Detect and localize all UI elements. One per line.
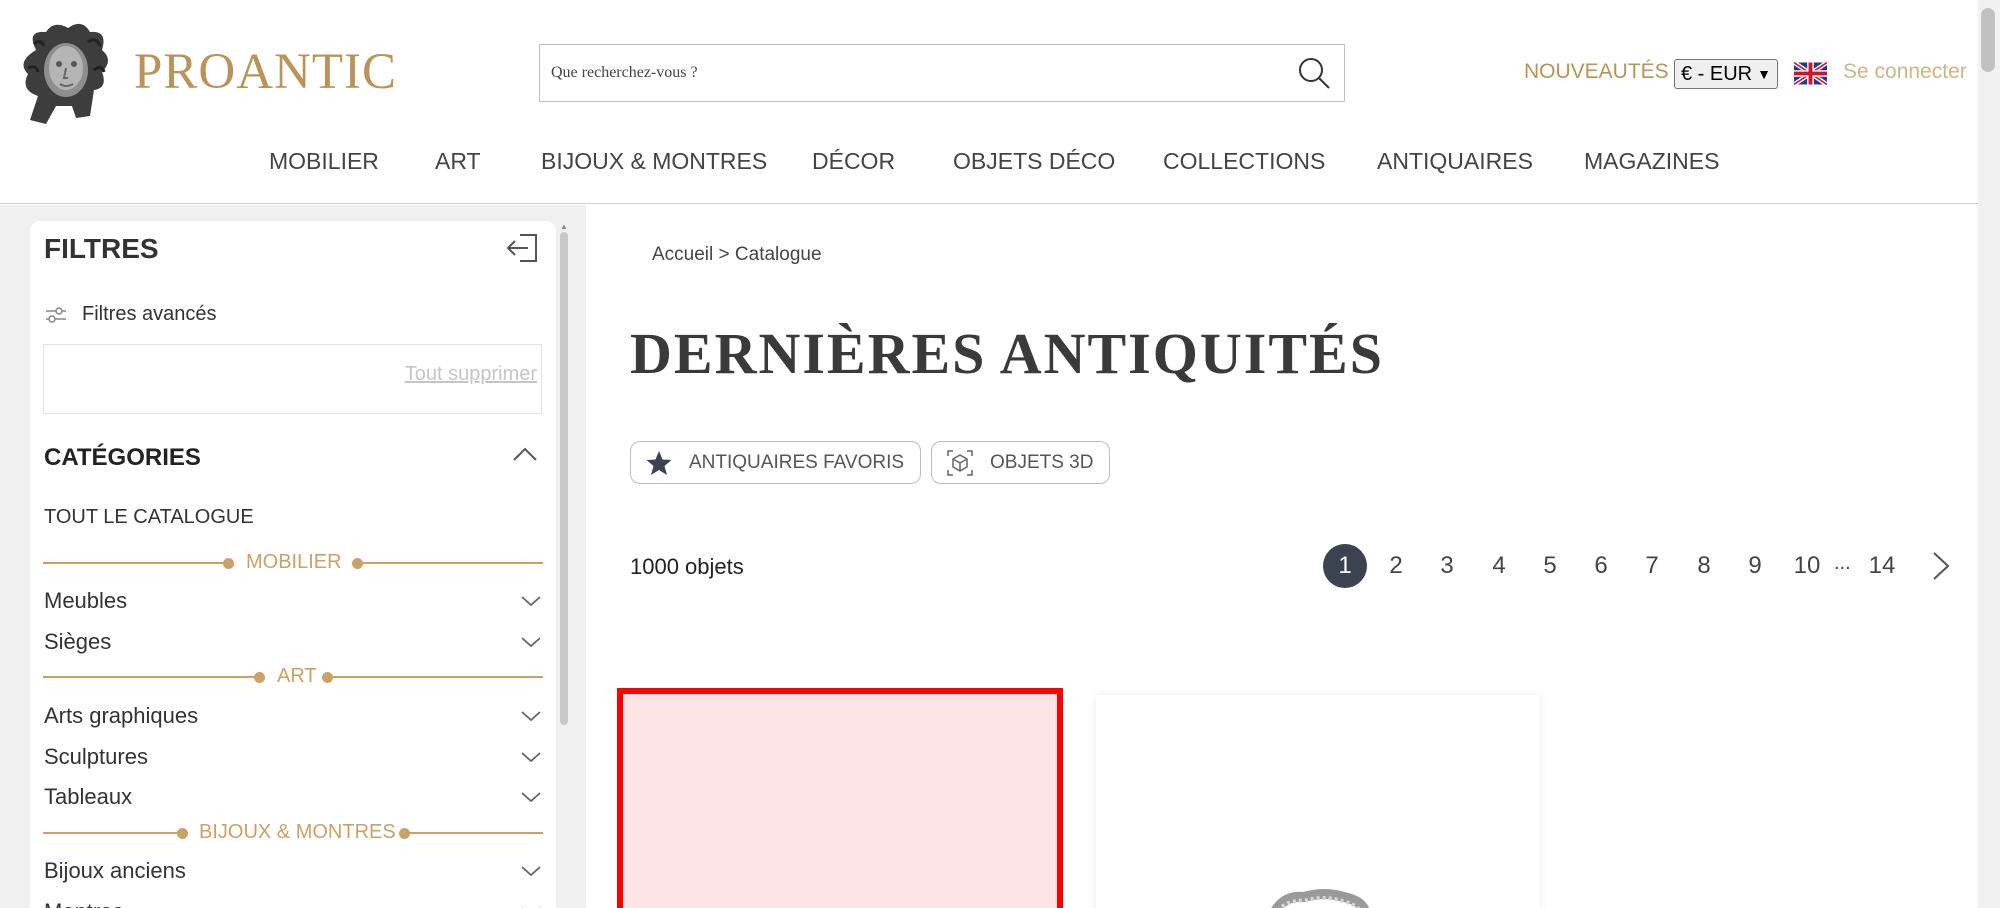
logo[interactable]: PROANTIC xyxy=(16,20,397,124)
filters-title: FILTRES xyxy=(44,233,159,264)
uk-flag-icon[interactable] xyxy=(1794,61,1827,86)
chevron-down-icon xyxy=(521,866,541,877)
active-filters-box: Tout supprimer xyxy=(43,344,542,414)
chevron-down-icon xyxy=(521,792,541,803)
page-title: DERNIÈRES ANTIQUITÉS xyxy=(630,321,1384,386)
page: PROANTIC NOUVEAUTÉS € - EUR ▼ Se connect… xyxy=(0,0,2000,908)
page-button-4[interactable]: 4 xyxy=(1477,544,1521,588)
category-montres[interactable]: Montres xyxy=(44,897,542,908)
category-bijoux-anciens[interactable]: Bijoux anciens xyxy=(44,856,542,886)
new-arrivals-link[interactable]: NOUVEAUTÉS xyxy=(1524,60,1669,84)
section-label-bijoux-montres: BIJOUX & MONTRES xyxy=(199,821,396,843)
search-box xyxy=(539,44,1345,102)
page-ellipsis: ... xyxy=(1834,552,1851,574)
category-label: Arts graphiques xyxy=(44,703,199,728)
category-label: Sièges xyxy=(44,629,112,654)
page-button-7[interactable]: 7 xyxy=(1630,544,1674,588)
page-button-6[interactable]: 6 xyxy=(1579,544,1623,588)
page-button-8[interactable]: 8 xyxy=(1682,544,1726,588)
section-divider-bijoux-montres: BIJOUX & MONTRES xyxy=(43,821,543,845)
chevron-right-icon[interactable] xyxy=(1930,550,1952,582)
chevron-down-icon xyxy=(521,596,541,607)
star-icon xyxy=(646,450,672,475)
chevron-down-icon: ▼ xyxy=(1757,66,1771,82)
pagination: 1 2 3 4 5 6 7 8 9 10 ... 14 xyxy=(0,544,2000,588)
chevron-up-icon[interactable] xyxy=(512,445,538,463)
section-divider-art: ART xyxy=(43,665,543,689)
advanced-filters-label: Filtres avancés xyxy=(82,303,217,325)
sliders-icon xyxy=(46,306,66,323)
objects-3d-label: OBJETS 3D xyxy=(990,451,1094,473)
section-label-art: ART xyxy=(277,665,317,687)
page-button-10[interactable]: 10 xyxy=(1785,544,1829,588)
cube-3d-icon xyxy=(947,449,973,476)
nav-item-mobilier[interactable]: MOBILIER xyxy=(269,148,379,175)
site-header: PROANTIC NOUVEAUTÉS € - EUR ▼ Se connect… xyxy=(0,0,1978,204)
product-image xyxy=(1271,889,1370,908)
category-sieges[interactable]: Sièges xyxy=(44,627,542,657)
favorite-dealers-button[interactable]: ANTIQUAIRES FAVORIS xyxy=(630,441,922,484)
advanced-filters-button[interactable]: Filtres avancés xyxy=(44,303,217,326)
nav-item-collections[interactable]: COLLECTIONS xyxy=(1163,148,1325,175)
sidebar-scroll-up-arrow[interactable]: ▲ xyxy=(560,223,568,231)
currency-value: € - EUR xyxy=(1681,62,1753,85)
category-label: Meubles xyxy=(44,588,128,613)
breadcrumb[interactable]: Accueil > Catalogue xyxy=(652,244,822,266)
categories-title: CATÉGORIES xyxy=(44,444,201,471)
product-card[interactable] xyxy=(1096,695,1540,908)
page-button-9[interactable]: 9 xyxy=(1733,544,1777,588)
collapse-sidebar-icon[interactable] xyxy=(506,233,538,263)
category-label: Bijoux anciens xyxy=(44,858,186,883)
nav-item-magazines[interactable]: MAGAZINES xyxy=(1584,148,1719,175)
nav-item-objets-deco[interactable]: OBJETS DÉCO xyxy=(953,148,1115,175)
category-label: Sculptures xyxy=(44,744,148,769)
nav-item-antiquaires[interactable]: ANTIQUAIRES xyxy=(1377,148,1533,175)
page-button-2[interactable]: 2 xyxy=(1374,544,1418,588)
category-arts-graphiques[interactable]: Arts graphiques xyxy=(44,701,542,731)
chevron-down-icon xyxy=(521,752,541,763)
category-label: Tableaux xyxy=(44,784,133,809)
category-sculptures[interactable]: Sculptures xyxy=(44,742,542,772)
category-meubles[interactable]: Meubles xyxy=(44,586,542,616)
category-label: Montres xyxy=(44,899,123,908)
page-button-5[interactable]: 5 xyxy=(1528,544,1572,588)
window-scrollbar-thumb[interactable] xyxy=(1981,8,1995,72)
chevron-down-icon xyxy=(521,711,541,722)
login-link[interactable]: Se connecter xyxy=(1843,60,1967,84)
search-input[interactable] xyxy=(540,45,1284,101)
nav-item-art[interactable]: ART xyxy=(435,148,481,175)
clear-all-link[interactable]: Tout supprimer xyxy=(405,363,537,386)
category-tableaux[interactable]: Tableaux xyxy=(44,782,542,812)
page-button-14[interactable]: 14 xyxy=(1860,544,1904,588)
window-scrollbar[interactable] xyxy=(1978,0,2000,908)
objects-3d-button[interactable]: OBJETS 3D xyxy=(931,441,1111,484)
logo-text: PROANTIC xyxy=(134,44,398,100)
medusa-bust-icon xyxy=(23,23,108,124)
all-catalog-link[interactable]: TOUT LE CATALOGUE xyxy=(44,506,254,529)
nav-item-bijoux-montres[interactable]: BIJOUX & MONTRES xyxy=(541,148,767,175)
sidebar-scrollbar[interactable] xyxy=(560,232,568,725)
favorite-dealers-label: ANTIQUAIRES FAVORIS xyxy=(689,451,905,473)
product-card-highlighted[interactable] xyxy=(617,688,1063,908)
search-icon[interactable] xyxy=(1284,45,1344,101)
page-button-3[interactable]: 3 xyxy=(1425,544,1469,588)
currency-select[interactable]: € - EUR ▼ xyxy=(1674,59,1778,89)
page-button-1[interactable]: 1 xyxy=(1323,544,1367,588)
chevron-down-icon xyxy=(521,637,541,648)
nav-item-decor[interactable]: DÉCOR xyxy=(812,148,895,175)
main-nav: MOBILIER ART BIJOUX & MONTRES DÉCOR OBJE… xyxy=(0,148,1978,182)
